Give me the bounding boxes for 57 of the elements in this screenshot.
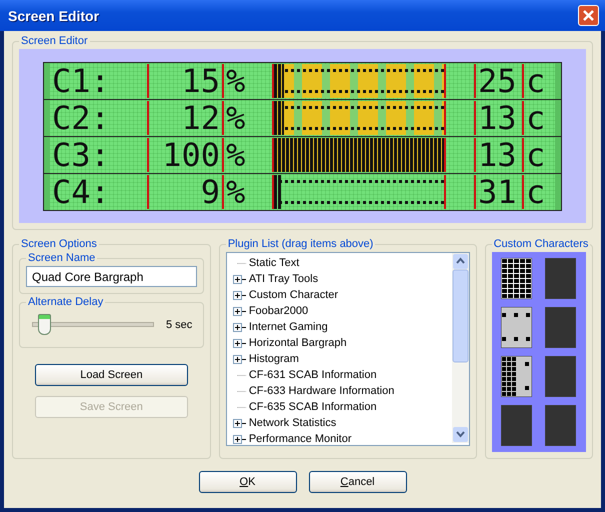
group-title: Screen Options	[20, 238, 98, 250]
plugin-item[interactable]: Foobar2000	[248, 305, 308, 317]
screen-button[interactable]: Load Screen	[34, 364, 188, 386]
close-icon	[582, 9, 595, 22]
plugin-item[interactable]: Horizontal Bargraph	[248, 337, 347, 349]
expand-icon[interactable]	[232, 338, 246, 348]
expand-icon[interactable]	[232, 322, 246, 332]
window-title: Screen Editor	[8, 8, 100, 24]
lcd-temperature: 13	[474, 101, 522, 135]
scrollbar[interactable]	[452, 253, 469, 443]
lcd-unit: c	[522, 175, 555, 209]
lcd-value: 100	[147, 138, 222, 172]
lcd-temperature: 13	[474, 138, 522, 172]
plugin-item[interactable]: Histogram	[248, 353, 299, 365]
lcd-label: C3:	[51, 138, 111, 172]
plugin-item[interactable]: Performance Monitor	[248, 433, 352, 445]
expand-icon[interactable]	[232, 434, 246, 444]
expand-icon[interactable]	[232, 306, 246, 316]
lcd-value: 9	[147, 175, 222, 209]
dialog-button[interactable]: OK	[198, 471, 296, 493]
lcd-label: C2:	[51, 101, 111, 135]
lcd-unit: c	[522, 101, 555, 135]
plugin-item[interactable]: Network Statistics	[248, 417, 336, 429]
plugin-item[interactable]: CF-631 SCAB Information	[248, 369, 377, 381]
delay-slider[interactable]	[30, 314, 156, 335]
group-title: Plugin List (drag items above)	[226, 238, 374, 250]
expand-icon[interactable]	[232, 354, 246, 364]
expand-icon[interactable]	[232, 274, 246, 284]
screen-name-field[interactable]: Quad Core Bargraph	[26, 266, 197, 287]
custom-character[interactable]	[501, 356, 532, 397]
lcd-unit: %	[222, 175, 272, 209]
lcd-temperature: 31	[474, 175, 522, 209]
group-title: Custom Characters	[492, 238, 590, 250]
slider-thumb[interactable]	[38, 314, 51, 335]
lcd-unit: c	[522, 138, 555, 172]
custom-character[interactable]	[501, 307, 532, 348]
custom-character[interactable]	[501, 258, 532, 299]
plugin-item[interactable]: CF-635 SCAB Information	[248, 401, 377, 413]
group-title: Screen Editor	[20, 35, 89, 47]
close-button[interactable]	[578, 5, 599, 26]
plugin-item[interactable]: ATI Tray Tools	[248, 273, 318, 285]
plugin-item[interactable]: Internet Gaming	[248, 321, 328, 333]
lcd-value: 12	[147, 101, 222, 135]
expand-icon[interactable]	[232, 418, 246, 428]
lcd-label: C1:	[51, 64, 111, 98]
field-label: Screen Name	[27, 252, 96, 264]
delay-reading: 5 sec	[166, 318, 192, 330]
lcd-value: 15	[147, 64, 222, 98]
dialog-button[interactable]: Cancel	[308, 471, 406, 493]
plugin-item[interactable]: CF-633 Hardware Information	[248, 385, 394, 397]
lcd-temperature: 25	[474, 64, 522, 98]
plugin-item[interactable]: Custom Character	[248, 289, 338, 301]
plugin-item[interactable]: Static Text	[248, 257, 300, 269]
lcd-unit: c	[522, 64, 555, 98]
lcd-label: C4:	[51, 175, 111, 209]
field-label: Alternate Delay	[27, 296, 104, 308]
expand-icon[interactable]	[232, 290, 246, 300]
